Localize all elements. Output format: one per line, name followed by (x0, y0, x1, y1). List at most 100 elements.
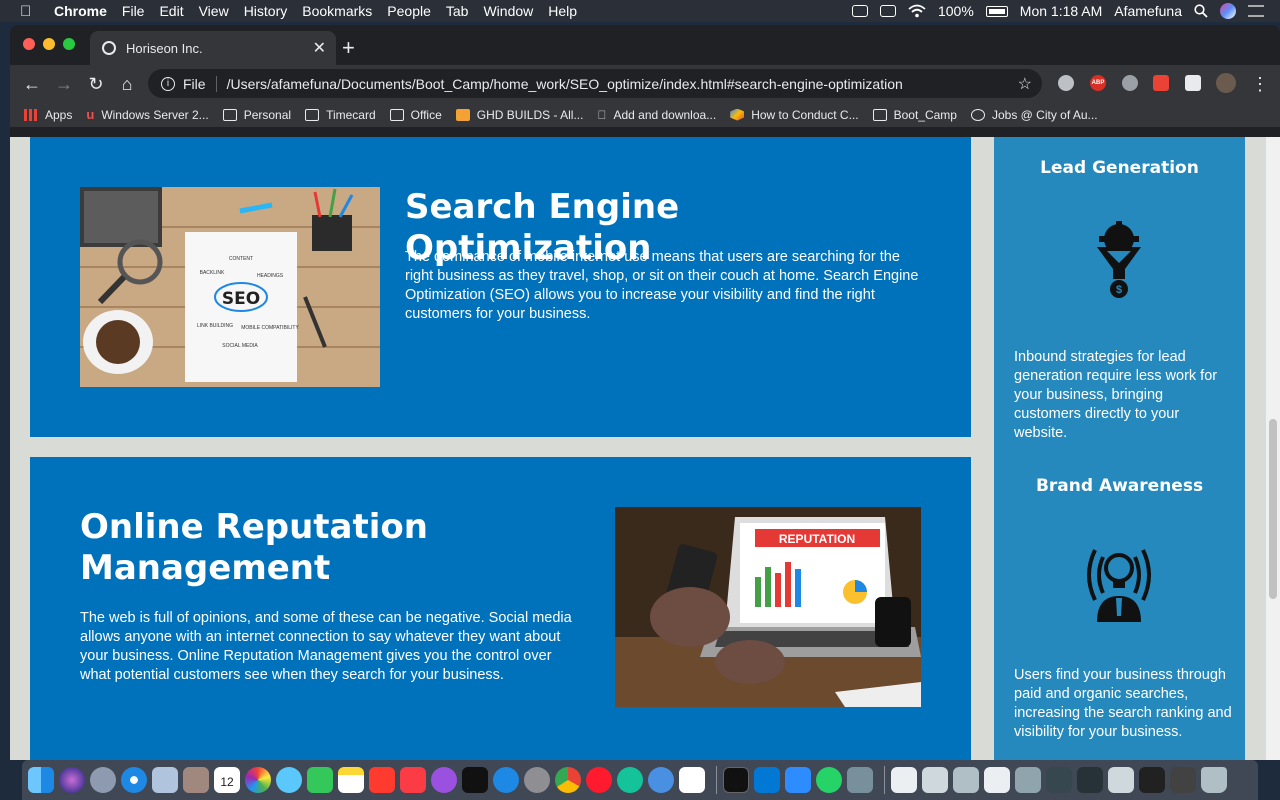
bookmark-add-download[interactable]: Add and downloa... (597, 108, 716, 122)
back-arrow-icon[interactable]: ← (20, 72, 44, 96)
reload-icon[interactable]: ↻ (84, 72, 108, 96)
bookmark-timecard[interactable]: Timecard (305, 108, 376, 122)
contacts-icon[interactable] (183, 767, 209, 793)
bookmark-star-icon[interactable]: ☆ (1018, 74, 1032, 94)
notes-icon[interactable] (338, 767, 364, 793)
maximize-window-icon[interactable] (63, 38, 75, 50)
minimized-window-icon[interactable] (953, 767, 979, 793)
spotlight-search-icon[interactable] (1194, 4, 1208, 18)
orm-image: REPUTATION (615, 507, 921, 707)
new-tab-icon[interactable]: + (342, 35, 355, 61)
apple-tv-icon[interactable] (462, 767, 488, 793)
minimized-window-icon[interactable] (1170, 767, 1196, 793)
menu-file[interactable]: File (122, 3, 145, 19)
orm-title: Online Reputation Management (80, 507, 428, 588)
zoom-status-icon[interactable] (851, 5, 868, 17)
photos-icon[interactable] (245, 767, 271, 793)
tab-horiseon[interactable]: Horiseon Inc. ✕ (90, 31, 336, 65)
preview-icon[interactable] (152, 767, 178, 793)
calendar-icon[interactable]: 12 (214, 767, 240, 793)
app-store-icon[interactable] (493, 767, 519, 793)
grammarly-icon[interactable] (617, 767, 643, 793)
info-icon[interactable]: i (161, 76, 175, 91)
extension-grey-icon[interactable] (1122, 75, 1138, 91)
bookmark-office[interactable]: Office (389, 107, 442, 122)
bookmark-windows-server[interactable]: u Windows Server 2... (86, 107, 208, 122)
chrome-menu-icon[interactable]: ⋮ (1248, 72, 1272, 96)
minimized-window-icon[interactable] (1015, 767, 1041, 793)
user-name[interactable]: Afamefuna (1114, 3, 1182, 19)
bookmark-personal[interactable]: Personal (222, 108, 291, 122)
adblock-plus-icon[interactable]: ABP (1090, 75, 1106, 91)
profile-avatar[interactable] (1216, 73, 1236, 93)
siri-icon[interactable] (1220, 3, 1236, 19)
minimized-window-icon[interactable] (922, 767, 948, 793)
zoom-icon[interactable] (785, 767, 811, 793)
chrome-icon[interactable] (555, 767, 581, 793)
home-icon[interactable]: ⌂ (115, 72, 139, 96)
extension-globe-icon[interactable] (1058, 75, 1074, 91)
screen-mirror-icon[interactable] (879, 5, 896, 17)
address-bar[interactable]: i File /Users/afamefuna/Documents/Boot_C… (148, 69, 1042, 98)
minimized-window-icon[interactable] (1046, 767, 1072, 793)
document-icon[interactable] (891, 767, 917, 793)
bookmark-how-to-conduct[interactable]: How to Conduct C... (730, 108, 859, 122)
scrollbar-thumb[interactable] (1269, 419, 1277, 599)
macos-menubar:  Chrome File Edit View History Bookmark… (0, 0, 1280, 22)
wifi-icon[interactable] (908, 4, 926, 18)
notification-center-icon[interactable] (1248, 5, 1264, 17)
minimized-window-icon[interactable] (1077, 767, 1103, 793)
facetime-icon[interactable] (307, 767, 333, 793)
close-tab-icon[interactable]: ✕ (313, 38, 326, 58)
forward-arrow-icon[interactable]: → (52, 72, 76, 96)
bookmark-jobs-city[interactable]: Jobs @ City of Au... (970, 108, 1098, 122)
bookmark-boot-camp[interactable]: Boot_Camp (872, 107, 957, 122)
seo-image: CONTENT HEADINGS BACKLINK SEO LINK BUILD… (80, 187, 380, 387)
news-icon[interactable] (369, 767, 395, 793)
whatsapp-icon[interactable] (816, 767, 842, 793)
seo-word-social: SOCIAL MEDIA (222, 343, 258, 349)
apple-icon[interactable]:  (20, 3, 40, 20)
menu-tab[interactable]: Tab (446, 3, 469, 19)
bookmark-label: Office (410, 107, 442, 122)
minimized-window-icon[interactable] (1139, 767, 1165, 793)
extension-red-icon[interactable] (1153, 75, 1169, 91)
safari-icon[interactable] (121, 767, 147, 793)
messages-icon[interactable] (276, 767, 302, 793)
image-capture-icon[interactable] (847, 767, 873, 793)
terminal-icon[interactable] (723, 767, 749, 793)
siri-icon[interactable] (59, 767, 85, 793)
system-preferences-icon[interactable] (524, 767, 550, 793)
finder-icon[interactable] (28, 767, 54, 793)
url-text[interactable]: /Users/afamefuna/Documents/Boot_Camp/hom… (227, 76, 903, 92)
minimized-window-icon[interactable] (1108, 767, 1134, 793)
music-icon[interactable] (400, 767, 426, 793)
bookmark-label: Boot_Camp (884, 107, 957, 122)
page-scrollbar[interactable] (1266, 137, 1280, 760)
battery-icon[interactable] (985, 5, 1008, 17)
menu-people[interactable]: People (387, 3, 431, 19)
minimize-window-icon[interactable] (43, 38, 55, 50)
menu-window[interactable]: Window (483, 3, 533, 19)
launchpad-icon[interactable] (90, 767, 116, 793)
chrome-window: Horiseon Inc. ✕ + ← → ↻ ⌂ i File /Users/… (10, 25, 1280, 760)
slack-icon[interactable] (679, 767, 705, 793)
bookmark-label: GHD BUILDS - All... (476, 107, 584, 122)
chromium-icon[interactable] (648, 767, 674, 793)
bookmark-ghd-builds[interactable]: GHD BUILDS - All... (455, 107, 584, 122)
menu-help[interactable]: Help (548, 3, 577, 19)
opera-icon[interactable] (586, 767, 612, 793)
menu-view[interactable]: View (199, 3, 229, 19)
menu-bookmarks[interactable]: Bookmarks (302, 3, 372, 19)
menu-edit[interactable]: Edit (159, 3, 183, 19)
close-window-icon[interactable] (23, 38, 35, 50)
vscode-icon[interactable] (754, 767, 780, 793)
bookmark-apps[interactable]: Apps (24, 108, 72, 122)
clock[interactable]: Mon 1:18 AM (1020, 3, 1103, 19)
extensions-puzzle-icon[interactable] (1185, 75, 1201, 91)
menu-app-name[interactable]: Chrome (54, 3, 107, 19)
menu-history[interactable]: History (244, 3, 288, 19)
trash-icon[interactable] (1201, 767, 1227, 793)
podcasts-icon[interactable] (431, 767, 457, 793)
minimized-window-icon[interactable] (984, 767, 1010, 793)
